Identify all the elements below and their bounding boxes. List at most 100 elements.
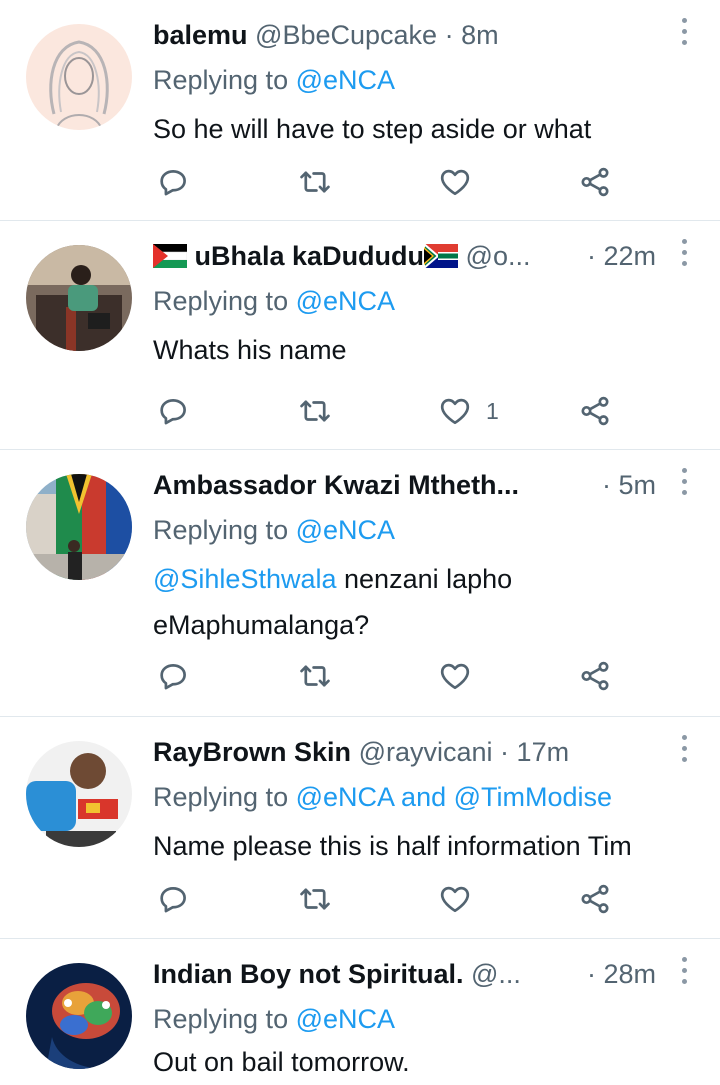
timestamp-group: · 22m (587, 237, 656, 275)
more-vertical-icon[interactable] (680, 468, 690, 502)
tweet-3[interactable]: Ambassador Kwazi Mtheth... · 5m Replying… (0, 450, 720, 717)
replying-label: Replying to (153, 1004, 296, 1034)
timestamp-group: · 5m (602, 466, 656, 504)
tweet-text: Whats his name (153, 335, 347, 365)
user-handle[interactable]: @BbeCupcake (255, 20, 437, 50)
separator-dot: · (601, 470, 611, 500)
tweet-text: Name please this is half information Tim (153, 831, 632, 861)
replying-label: Replying to (153, 782, 296, 812)
south-africa-flag-icon (424, 244, 459, 268)
like-button[interactable]: 1 (438, 391, 499, 431)
more-vertical-icon[interactable] (680, 239, 690, 273)
tweet-header: Indian Boy not Spiritual. @... (153, 955, 560, 993)
avatar[interactable] (26, 24, 132, 130)
display-name[interactable]: RayBrown Skin (153, 737, 351, 767)
retweet-button[interactable] (298, 879, 332, 919)
replying-mention[interactable]: @eNCA (296, 1004, 395, 1034)
avatar[interactable] (26, 741, 132, 847)
retweet-button[interactable] (298, 162, 332, 202)
replying-mention[interactable]: @eNCA (296, 65, 395, 95)
reply-button[interactable] (156, 879, 190, 919)
retweet-icon (300, 171, 330, 193)
timestamp[interactable]: 17m (517, 737, 570, 767)
retweet-icon (300, 400, 330, 422)
like-button[interactable] (438, 879, 486, 919)
like-button[interactable] (438, 656, 486, 696)
avatar[interactable] (26, 474, 132, 580)
heart-icon (440, 886, 470, 913)
timestamp[interactable]: 22m (603, 241, 656, 271)
tweet-text: @SihleSthwala nenzani lapho eMaphumalang… (153, 556, 573, 648)
user-handle[interactable]: @rayvicani (359, 737, 493, 767)
share-button[interactable] (578, 162, 612, 202)
like-count: 1 (486, 397, 499, 424)
replying-to: Replying to @eNCA (153, 283, 395, 319)
tweet-1[interactable]: balemu @BbeCupcake · 8m Replying to @eNC… (0, 0, 720, 221)
tweet-actions (150, 162, 630, 202)
tweet-header: RayBrown Skin @rayvicani · 17m (153, 733, 664, 771)
display-name[interactable]: Indian Boy not Spiritual. (153, 959, 464, 989)
reply-button[interactable] (156, 656, 190, 696)
like-button[interactable] (438, 162, 486, 202)
tweet-header: Ambassador Kwazi Mtheth... (153, 466, 560, 504)
display-name[interactable]: balemu (153, 20, 248, 50)
separator-dot: · (444, 20, 454, 50)
replying-mention[interactable]: @eNCA (296, 515, 395, 545)
replying-and: and (393, 782, 454, 812)
display-name[interactable]: Ambassador Kwazi Mtheth... (153, 470, 519, 500)
avatar[interactable] (26, 245, 132, 351)
timestamp-group: · 28m (587, 955, 656, 993)
tweet-5[interactable]: Indian Boy not Spiritual. @... · 28m Rep… (0, 939, 720, 1078)
share-icon (581, 884, 609, 914)
replying-to: Replying to @eNCA and @TimModise (153, 779, 612, 815)
timestamp[interactable]: 5m (618, 470, 656, 500)
share-icon (581, 396, 609, 426)
reply-icon (160, 170, 186, 196)
replying-to: Replying to @eNCA (153, 1001, 395, 1037)
share-button[interactable] (578, 656, 612, 696)
retweet-icon (300, 665, 330, 687)
reply-icon (160, 887, 186, 913)
retweet-icon (300, 888, 330, 910)
retweet-button[interactable] (298, 391, 332, 431)
avatar[interactable] (26, 963, 132, 1069)
more-vertical-icon[interactable] (680, 957, 690, 991)
reply-button[interactable] (156, 162, 190, 202)
replying-to: Replying to @eNCA (153, 62, 395, 98)
heart-icon (440, 398, 470, 425)
tweet-text: Out on bail tomorrow. (153, 1047, 410, 1077)
reply-icon (160, 664, 186, 690)
share-button[interactable] (578, 879, 612, 919)
display-name[interactable]: uBhala kaDududu (195, 241, 425, 271)
share-icon (581, 661, 609, 691)
replying-mention[interactable]: @eNCA (296, 286, 395, 316)
replying-label: Replying to (153, 65, 296, 95)
separator-dot: · (586, 241, 596, 271)
tweet-header: uBhala kaDududu @o... (153, 237, 560, 275)
tweet-actions (150, 879, 630, 919)
tweet-2[interactable]: uBhala kaDududu @o... · 22m Replying to … (0, 221, 720, 450)
replying-label: Replying to (153, 515, 296, 545)
replying-mention-2[interactable]: @TimModise (454, 782, 612, 812)
heart-icon (440, 169, 470, 196)
share-button[interactable] (578, 391, 612, 431)
replying-mention[interactable]: @eNCA (296, 782, 394, 812)
more-vertical-icon[interactable] (680, 735, 690, 769)
timestamp[interactable]: 28m (603, 959, 656, 989)
text-mention[interactable]: @SihleSthwala (153, 564, 337, 594)
retweet-button[interactable] (298, 656, 332, 696)
more-vertical-icon[interactable] (680, 18, 690, 52)
timestamp[interactable]: 8m (461, 20, 499, 50)
tweet-text: So he will have to step aside or what (153, 114, 592, 144)
tweet-header: balemu @BbeCupcake · 8m (153, 16, 664, 54)
share-icon (581, 167, 609, 197)
palestine-flag-icon (153, 244, 187, 268)
user-handle[interactable]: @o... (466, 241, 531, 271)
separator-dot: · (586, 959, 596, 989)
tweet-4[interactable]: RayBrown Skin @rayvicani · 17m Replying … (0, 717, 720, 939)
user-handle[interactable]: @... (471, 959, 521, 989)
tweet-actions (150, 656, 630, 696)
reply-icon (160, 399, 186, 425)
reply-button[interactable] (156, 391, 190, 431)
replying-label: Replying to (153, 286, 296, 316)
